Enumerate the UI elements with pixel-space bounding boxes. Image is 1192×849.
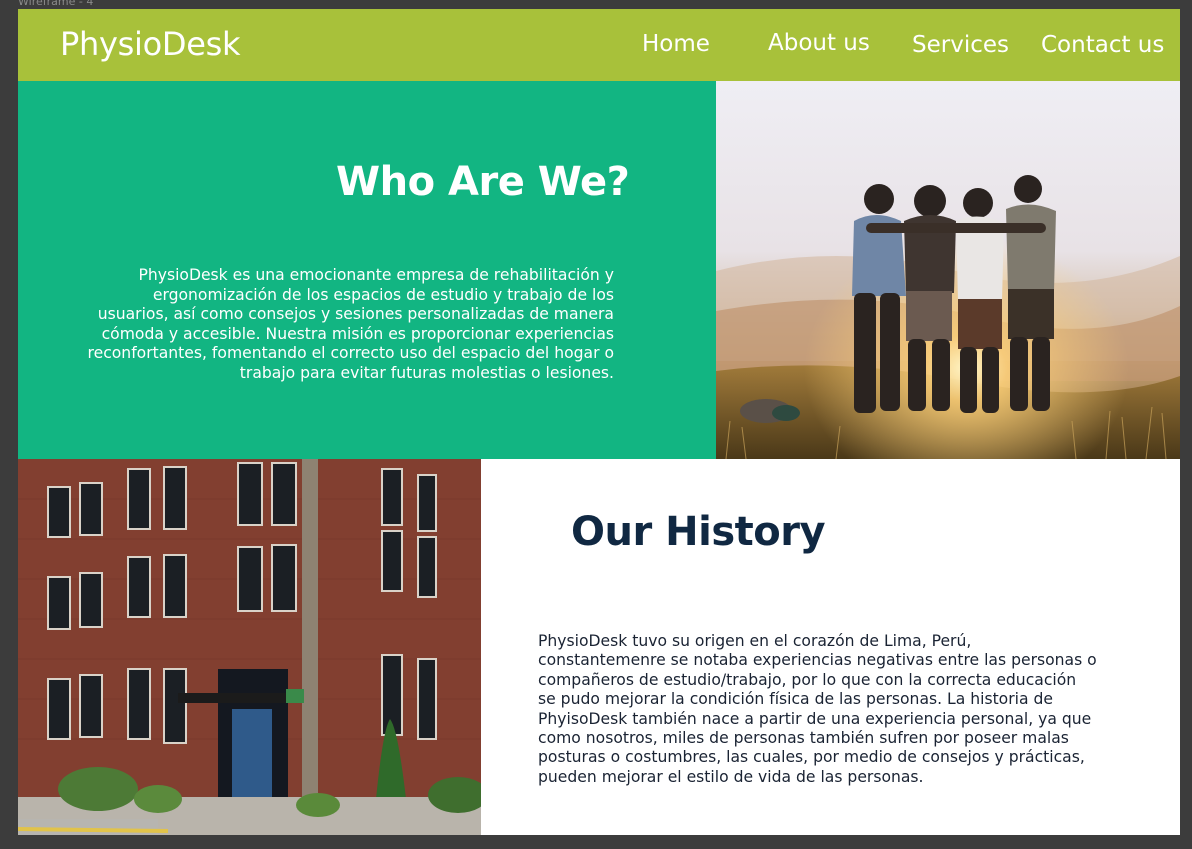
our-history-text: PhysioDesk tuvo su origen en el corazón …	[538, 632, 1097, 786]
brand-logo-text[interactable]: PhysioDesk	[60, 25, 241, 63]
group-sunset-image	[716, 81, 1180, 459]
nav-contact-link[interactable]: Contact us	[1041, 32, 1164, 58]
who-are-we-title: Who Are We?	[336, 159, 630, 205]
nav-home-link[interactable]: Home	[642, 31, 710, 57]
who-are-we-text: PhysioDesk es una emocionante empresa de…	[87, 266, 614, 382]
nav-about-link[interactable]: About us	[768, 30, 870, 56]
our-history-title: Our History	[571, 509, 826, 555]
navbar: PhysioDesk Home About us Services Contac…	[18, 9, 1180, 81]
frame-label: Wireframe - 4	[18, 0, 94, 8]
nav-services-link[interactable]: Services	[912, 32, 1009, 58]
page-frame: PhysioDesk Home About us Services Contac…	[18, 9, 1180, 835]
brick-building-image	[18, 459, 481, 835]
